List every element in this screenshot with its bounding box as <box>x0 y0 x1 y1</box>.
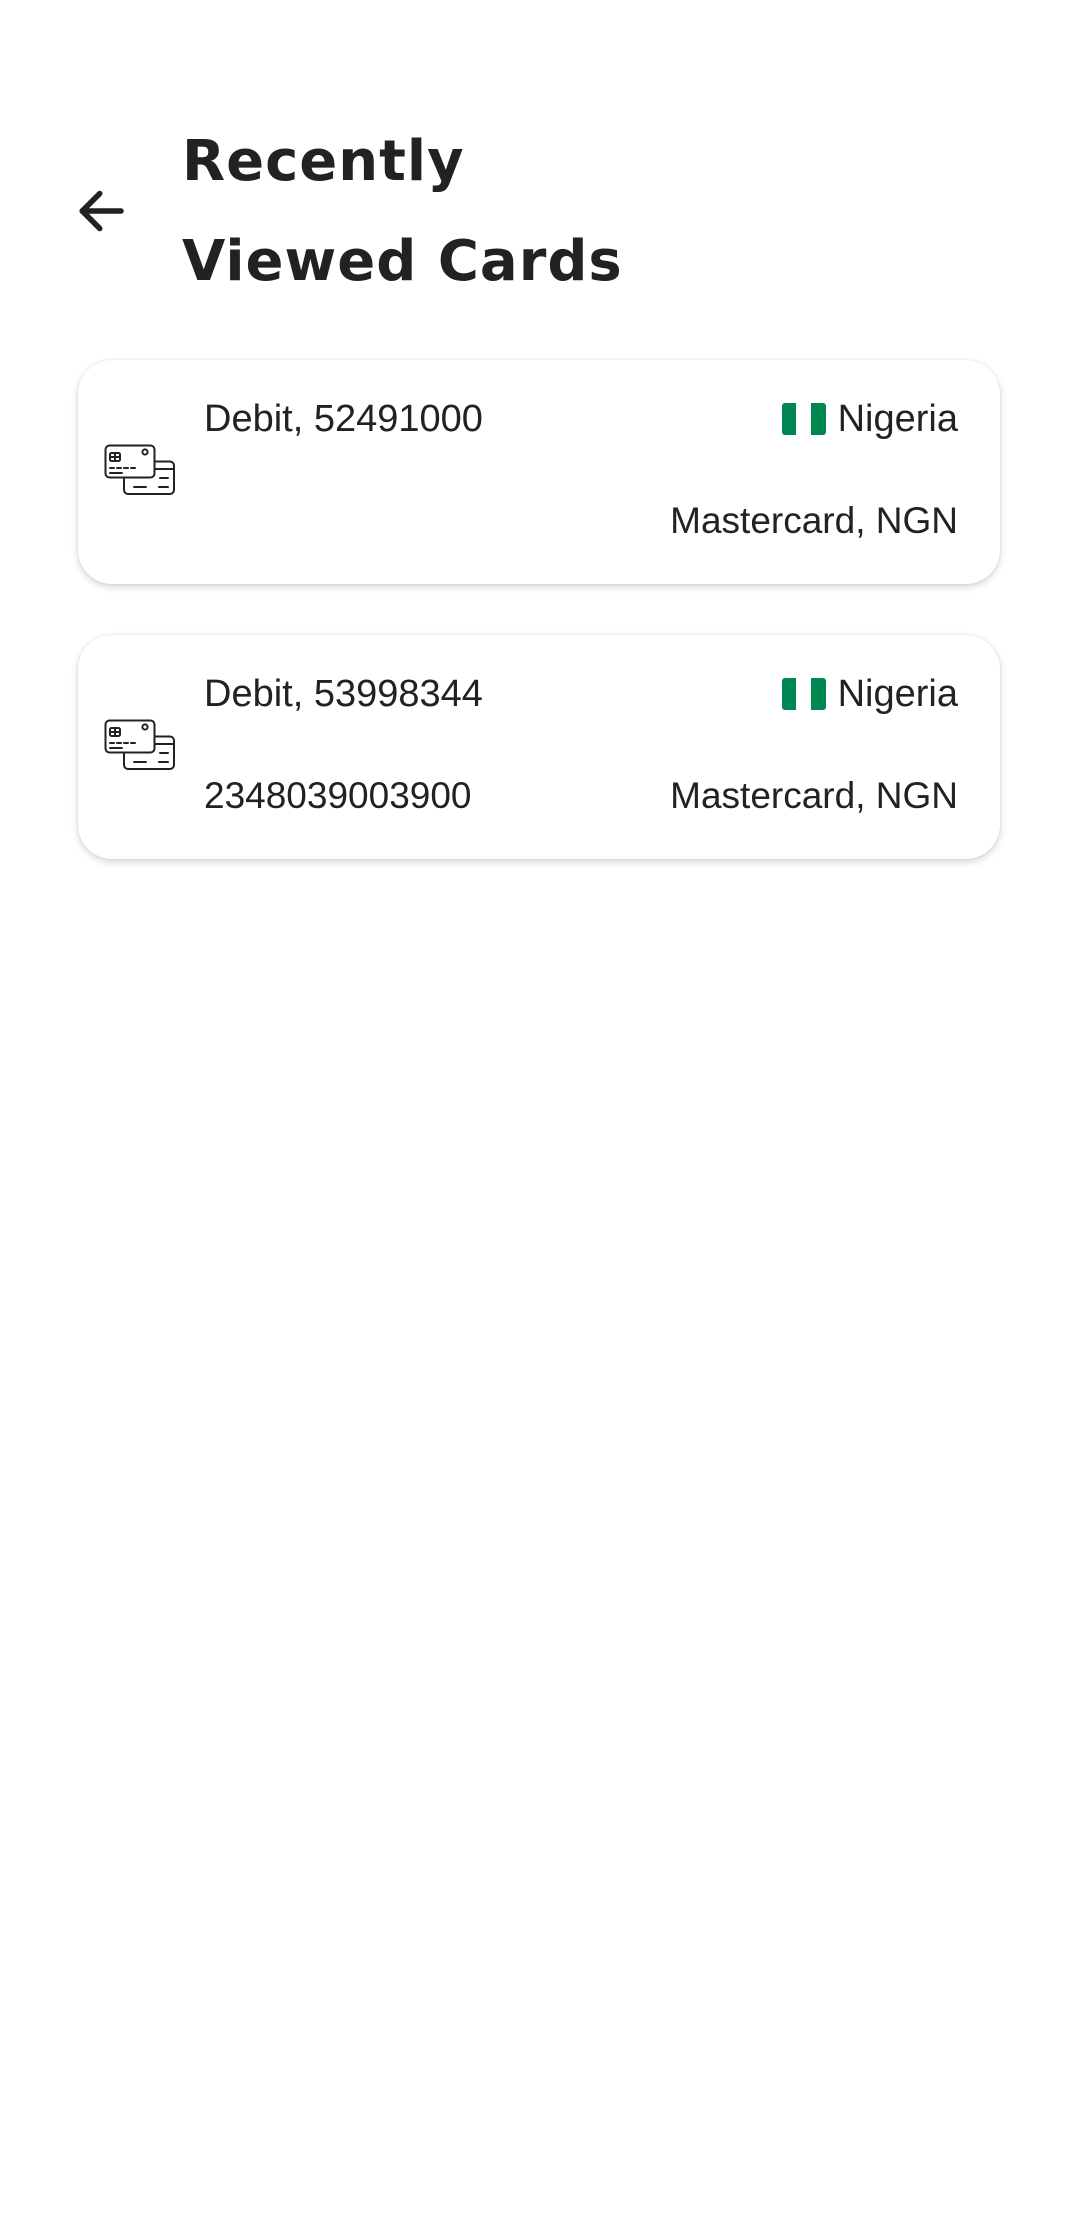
header: Recently Viewed Cards <box>0 0 1080 330</box>
card-title: Debit, 52491000 <box>204 398 483 440</box>
credit-cards-icon <box>104 444 175 495</box>
card-phone: 2348039003900 <box>204 775 472 816</box>
back-button[interactable] <box>58 168 144 254</box>
card-country-label: Nigeria <box>837 673 958 715</box>
card-country: Nigeria <box>781 394 958 444</box>
screen: Recently Viewed Cards Debit, 52491000 Ni… <box>0 0 1080 2220</box>
nigeria-flag-icon <box>781 678 826 710</box>
credit-cards-icon <box>104 719 175 770</box>
page-title-line-1: Recently <box>182 129 465 194</box>
arrow-left-icon <box>79 190 124 232</box>
card-title: Debit, 53998344 <box>204 673 483 715</box>
card-scheme: Mastercard, NGN <box>670 775 958 816</box>
card-country: Nigeria <box>781 669 958 719</box>
card-item[interactable]: Debit, 53998344 2348039003900 Nigeria Ma… <box>78 635 1000 859</box>
page-title-line-2: Viewed Cards <box>182 229 623 294</box>
page-title: Recently Viewed Cards <box>182 112 882 312</box>
card-scheme: Mastercard, NGN <box>670 500 958 541</box>
card-list: Debit, 52491000 Nigeria Mastercard, NGN <box>78 360 1000 910</box>
card-country-label: Nigeria <box>837 398 958 440</box>
card-item[interactable]: Debit, 52491000 Nigeria Mastercard, NGN <box>78 360 1000 584</box>
nigeria-flag-icon <box>781 403 826 435</box>
